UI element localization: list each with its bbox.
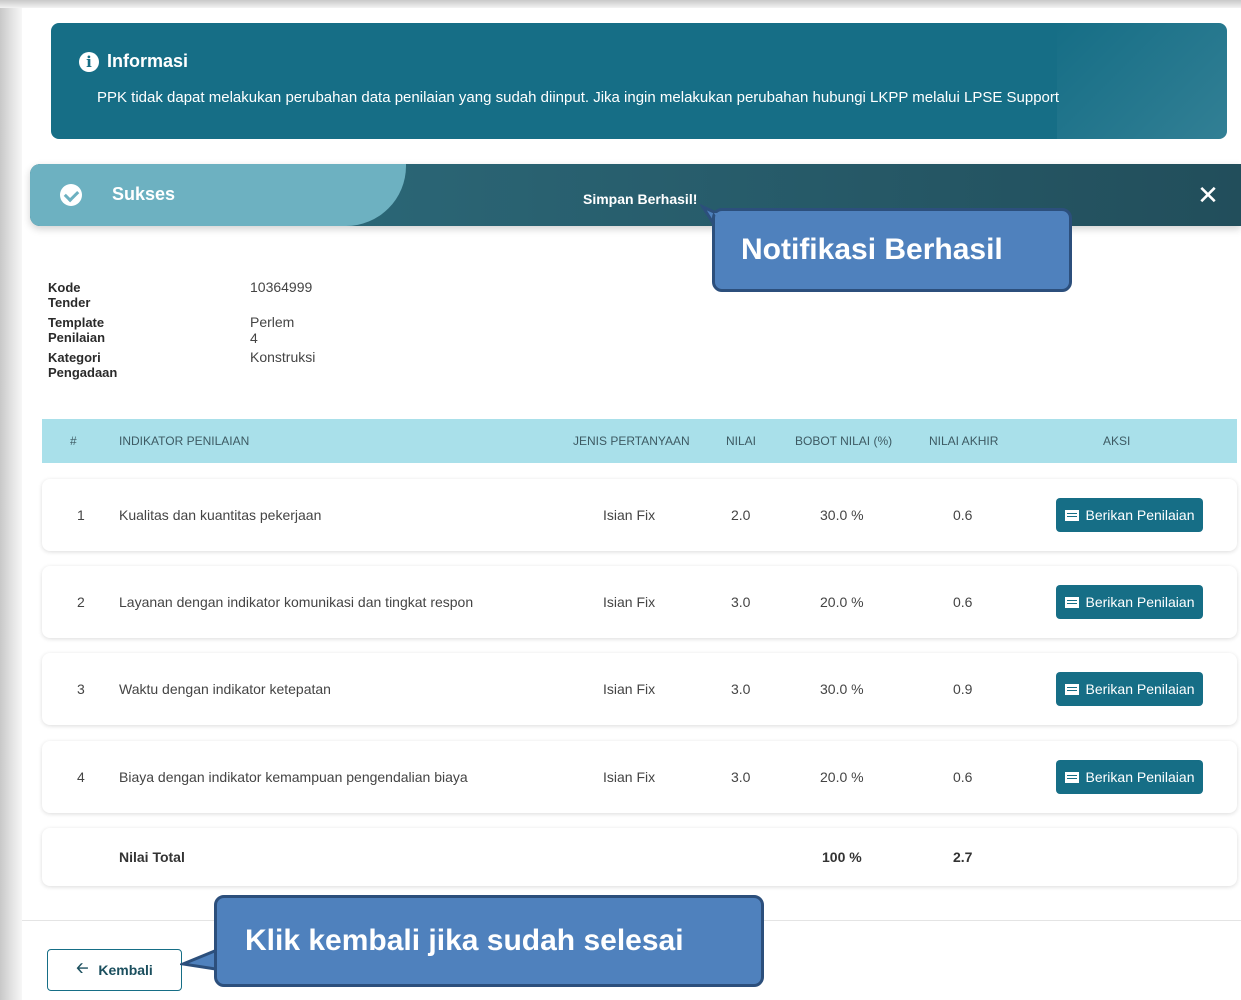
total-weight: 100 % [822, 849, 862, 865]
row-type: Isian Fix [603, 681, 656, 697]
callout-pointer-mask [714, 213, 738, 233]
give-rating-button[interactable]: Berikan Penilaian [1056, 585, 1203, 619]
row-indicator: Biaya dengan indikator kemampuan pengend… [119, 769, 468, 785]
info-icon: i [79, 51, 99, 72]
row-score: 3.0 [731, 681, 751, 697]
document-icon [1064, 683, 1079, 695]
info-message: PPK tidak dapat melakukan perubahan data… [97, 89, 1060, 106]
document-icon [1064, 509, 1079, 521]
row-weight: 30.0 % [820, 681, 864, 697]
give-rating-button[interactable]: Berikan Penilaian [1056, 498, 1203, 532]
header-no: # [70, 434, 77, 448]
callout-notification: Notifikasi Berhasil [712, 208, 1072, 292]
row-indicator: Waktu dengan indikator ketepatan [119, 681, 331, 697]
back-button[interactable]: 🡠 Kembali [47, 949, 182, 991]
detail-label: Kode Tender [48, 280, 91, 310]
row-final: 0.6 [953, 769, 973, 785]
back-button-label: Kembali [98, 962, 153, 978]
document-icon [1064, 596, 1079, 608]
arrow-left-icon: 🡠 [76, 959, 89, 977]
row-no: 2 [77, 594, 85, 610]
header-type: JENIS PERTANYAAN [573, 434, 690, 448]
header-final: NILAI AKHIR [929, 434, 999, 448]
header-score: NILAI [726, 434, 757, 448]
give-rating-button[interactable]: Berikan Penilaian [1056, 672, 1203, 706]
row-weight: 30.0 % [820, 507, 864, 523]
give-rating-label: Berikan Penilaian [1085, 507, 1195, 523]
total-row: Nilai Total 100 % 2.7 [42, 828, 1237, 886]
row-no: 1 [77, 507, 85, 523]
row-type: Isian Fix [603, 594, 656, 610]
give-rating-button[interactable]: Berikan Penilaian [1056, 760, 1203, 794]
info-title: i Informasi [79, 51, 188, 72]
detail-label: Template Penilaian [48, 315, 106, 345]
callout-pointer-mask [217, 946, 231, 974]
success-message: Simpan Berhasil! [583, 191, 698, 207]
table-row: 3 Waktu dengan indikator ketepatan Isian… [42, 653, 1237, 725]
screenshot-frame-left [0, 0, 22, 1000]
table-row: 4 Biaya dengan indikator kemampuan penge… [42, 741, 1237, 813]
give-rating-label: Berikan Penilaian [1085, 681, 1195, 697]
row-weight: 20.0 % [820, 769, 864, 785]
give-rating-label: Berikan Penilaian [1085, 769, 1195, 785]
row-weight: 20.0 % [820, 594, 864, 610]
row-no: 3 [77, 681, 85, 697]
total-final: 2.7 [953, 849, 973, 865]
row-final: 0.6 [953, 594, 973, 610]
success-alert-badge [30, 164, 406, 226]
row-score: 3.0 [731, 594, 751, 610]
info-title-text: Informasi [107, 51, 189, 71]
row-final: 0.9 [953, 681, 973, 697]
detail-label: Kategori Pengadaan [48, 350, 118, 380]
table-row: 2 Layanan dengan indikator komunikasi da… [42, 566, 1237, 638]
callout-notification-text: Notifikasi Berhasil [741, 233, 1003, 266]
total-label: Nilai Total [119, 849, 185, 865]
header-weight: BOBOT NILAI (%) [795, 434, 893, 448]
check-circle-icon [60, 184, 82, 206]
row-indicator: Layanan dengan indikator komunikasi dan … [119, 594, 474, 610]
row-type: Isian Fix [603, 769, 656, 785]
row-final: 0.6 [953, 507, 973, 523]
header-indicator: INDIKATOR PENILAIAN [119, 434, 250, 448]
callout-back-hint: Klik kembali jika sudah selesai [214, 895, 764, 987]
info-panel-decoration [1057, 23, 1227, 139]
table-row: 1 Kualitas dan kuantitas pekerjaan Isian… [42, 479, 1237, 551]
screenshot-frame-top [0, 0, 1241, 8]
row-type: Isian Fix [603, 507, 656, 523]
document-icon [1064, 771, 1079, 783]
detail-value: Konstruksi [250, 349, 316, 365]
give-rating-label: Berikan Penilaian [1085, 594, 1195, 610]
row-indicator: Kualitas dan kuantitas pekerjaan [119, 507, 322, 523]
detail-value: 10364999 [250, 279, 313, 295]
detail-value: Perlem 4 [250, 314, 295, 346]
row-score: 3.0 [731, 769, 751, 785]
info-panel: i Informasi PPK tidak dapat melakukan pe… [51, 23, 1227, 139]
row-score: 2.0 [731, 507, 751, 523]
table-header: # INDIKATOR PENILAIAN JENIS PERTANYAAN N… [42, 419, 1237, 463]
header-action: AKSI [1103, 434, 1131, 448]
success-title: Sukses [112, 184, 176, 204]
row-no: 4 [77, 769, 85, 785]
callout-back-hint-text: Klik kembali jika sudah selesai [245, 924, 684, 957]
close-icon[interactable]: ✕ [1195, 182, 1221, 208]
